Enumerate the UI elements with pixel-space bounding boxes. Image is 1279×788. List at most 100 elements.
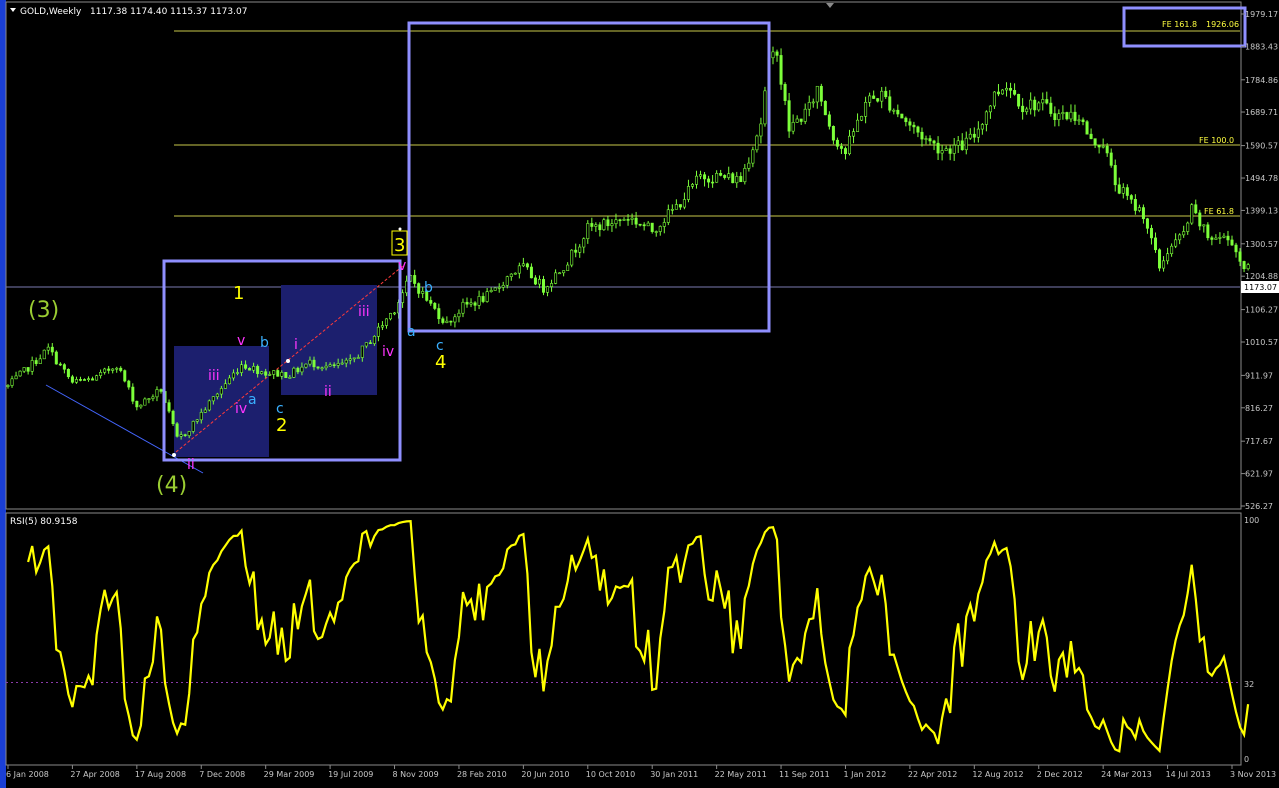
candle-body [924, 138, 928, 140]
candle-body [95, 375, 99, 381]
time-tick-label: 2 Dec 2012 [1037, 770, 1083, 779]
candle-body [26, 367, 30, 372]
wave-label-ii-b: ii [324, 384, 332, 400]
candle-body [248, 368, 252, 371]
candle-body [1206, 224, 1210, 239]
candle-body [340, 362, 344, 365]
candle-body [1049, 102, 1053, 114]
candle-body [578, 246, 582, 253]
candle-body [312, 359, 316, 368]
candle-body [670, 209, 674, 211]
price-tick-label: 1204.88 [1245, 272, 1278, 281]
candle-body [1218, 237, 1222, 239]
candle-body [1178, 234, 1182, 241]
candle-body [38, 358, 42, 364]
candle-body [666, 209, 670, 223]
candle-body [662, 222, 666, 227]
candle-body [87, 378, 91, 381]
price-tick-label: 621.97 [1245, 470, 1273, 479]
candle-body [34, 360, 38, 364]
left-frame [0, 0, 6, 788]
symbol-title: GOLD,Weekly [20, 7, 82, 17]
candle-body [469, 302, 473, 305]
candle-body [1017, 94, 1021, 107]
candle-body [465, 301, 469, 305]
candle-body [815, 85, 819, 103]
candle-body [1121, 187, 1125, 194]
time-tick-label: 7 Dec 2008 [199, 770, 245, 779]
candle-body [360, 345, 364, 358]
candle-body [376, 326, 380, 337]
candle-body [533, 277, 537, 285]
candle-body [699, 174, 703, 177]
wave-label-v-b: v [398, 258, 406, 274]
candle-body [932, 140, 936, 144]
wave-label-b-b: b [424, 280, 433, 296]
candle-body [477, 296, 481, 306]
candle-body [1069, 111, 1073, 120]
candle-body [244, 364, 248, 369]
candle-body [876, 98, 880, 102]
candle-body [791, 122, 795, 132]
candle-body [1117, 184, 1121, 194]
candle-body [537, 279, 541, 285]
candle-body [231, 372, 235, 379]
candle-body [304, 363, 308, 368]
candle-body [497, 287, 501, 289]
candle-body [630, 217, 634, 220]
candle-body [1013, 90, 1017, 95]
candle-body [223, 383, 227, 389]
candle-body [819, 85, 823, 102]
candle-body [606, 219, 610, 227]
candle-body [10, 378, 14, 386]
candle-body [900, 113, 904, 119]
candle-body [952, 144, 956, 154]
candle-body [904, 117, 908, 123]
time-tick-label: 11 Sep 2011 [779, 770, 830, 779]
candle-body [1113, 165, 1117, 186]
candle-body [99, 372, 103, 376]
candle-body [127, 380, 131, 388]
candle-body [1166, 253, 1170, 262]
wave-label-b-a: b [260, 335, 269, 351]
candle-body [489, 290, 493, 292]
price-tick-label: 816.27 [1245, 404, 1273, 413]
candle-body [1085, 121, 1089, 135]
trading-chart[interactable]: FE 161.8 1926.06 FE 100.0 FE 61.8 (3) (4… [0, 0, 1279, 788]
candle-body [264, 371, 268, 376]
candle-body [703, 174, 707, 180]
candle-body [83, 379, 87, 381]
wave-label-iii-a: iii [208, 368, 220, 384]
candle-body [308, 359, 312, 365]
candle-body [940, 150, 944, 154]
rsi-tick-label: 32 [1244, 680, 1254, 689]
candle-body [847, 135, 851, 155]
candle-body [586, 223, 590, 240]
candle-body [272, 370, 276, 375]
wave-label-iv-b: iv [382, 344, 394, 360]
candle-body [505, 276, 509, 286]
candle-body [570, 249, 574, 266]
candle-body [707, 178, 711, 183]
candle-body [976, 128, 980, 138]
candle-body [787, 100, 791, 132]
candle-body [131, 386, 135, 402]
wave-label-c-a: c [276, 401, 284, 417]
candle-body [517, 265, 521, 274]
candle-body [336, 363, 340, 366]
candle-body [759, 123, 763, 137]
candle-body [960, 140, 964, 151]
candle-body [868, 95, 872, 103]
candle-body [1109, 152, 1113, 166]
price-tick-label: 1883.43 [1245, 42, 1278, 51]
candle-body [344, 359, 348, 364]
candle-body [598, 224, 602, 231]
candle-body [1133, 198, 1137, 211]
candle-body [1033, 99, 1037, 111]
candle-body [558, 272, 562, 275]
candle-body [948, 148, 952, 154]
candle-body [441, 318, 445, 323]
candle-body [123, 370, 127, 382]
candle-body [62, 364, 66, 370]
candle-body [107, 368, 111, 371]
